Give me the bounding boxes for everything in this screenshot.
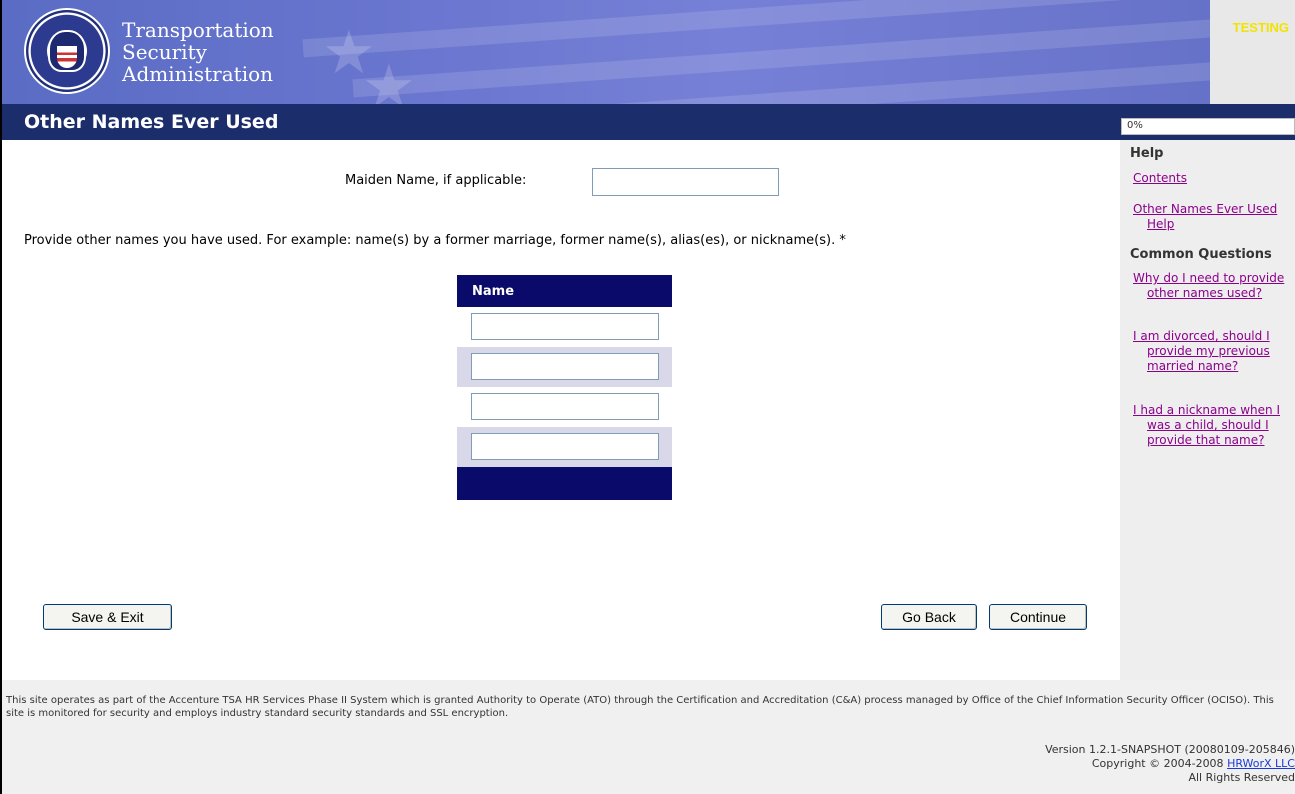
environment-panel: TESTING: [1210, 0, 1295, 104]
question-link-2[interactable]: I am divorced, should I provide my previ…: [1133, 329, 1293, 374]
go-back-button[interactable]: Go Back: [881, 604, 977, 630]
agency-line-1: Transportation: [122, 18, 274, 42]
save-exit-button[interactable]: Save & Exit: [43, 604, 172, 630]
security-notice: This site operates as part of the Accent…: [6, 695, 1274, 719]
rights-text: All Rights Reserved: [1188, 771, 1295, 784]
copyright-text: Copyright © 2004-2008: [1091, 757, 1224, 770]
other-names-table: Name: [457, 275, 672, 500]
names-table-footer: [457, 467, 672, 500]
table-row: [457, 307, 672, 347]
flag-star-decoration: ★: [362, 52, 416, 104]
shield-emblem: [57, 46, 77, 68]
continue-button[interactable]: Continue: [989, 604, 1087, 630]
table-row: [457, 387, 672, 427]
progress-indicator: 0%: [1121, 118, 1295, 135]
company-link[interactable]: HRWorX LLC: [1227, 757, 1295, 770]
maiden-name-input[interactable]: [592, 168, 779, 196]
version-text: Version 1.2.1-SNAPSHOT (20080109-205846): [1045, 743, 1295, 756]
other-name-input-3[interactable]: [471, 393, 659, 420]
names-column-header: Name: [457, 275, 672, 307]
other-names-instructions: Provide other names you have used. For e…: [24, 233, 846, 248]
agency-line-2: Security: [122, 40, 207, 64]
page-title: Other Names Ever Used: [24, 111, 279, 133]
maiden-name-label: Maiden Name, if applicable:: [345, 173, 527, 188]
other-name-input-1[interactable]: [471, 313, 659, 340]
page-title-bar: Other Names Ever Used: [2, 104, 1295, 140]
common-questions-heading: Common Questions: [1130, 247, 1272, 262]
other-name-input-4[interactable]: [471, 433, 659, 460]
table-row: [457, 427, 672, 467]
question-link-1[interactable]: Why do I need to provide other names use…: [1133, 271, 1293, 301]
agency-name: Transportation Security Administration: [122, 19, 274, 85]
header-banner: ★ ★ Transportation Security Administrati…: [2, 0, 1210, 104]
environment-badge: TESTING: [1232, 20, 1289, 35]
question-link-3[interactable]: I had a nickname when I was a child, sho…: [1133, 403, 1293, 448]
help-contents-link[interactable]: Contents: [1133, 171, 1293, 186]
version-info: Version 1.2.1-SNAPSHOT (20080109-205846)…: [1045, 743, 1295, 785]
dhs-seal-logo: [24, 8, 110, 94]
page-footer: This site operates as part of the Accent…: [2, 680, 1295, 794]
help-heading: Help: [1130, 146, 1164, 161]
topic-help-link[interactable]: Other Names Ever Used Help: [1133, 202, 1293, 232]
copyright-line: Copyright © 2004-2008 HRWorX LLC: [1045, 757, 1295, 771]
progress-text: 0%: [1127, 120, 1143, 131]
agency-line-3: Administration: [122, 62, 274, 86]
table-row: [457, 347, 672, 387]
other-name-input-2[interactable]: [471, 353, 659, 380]
